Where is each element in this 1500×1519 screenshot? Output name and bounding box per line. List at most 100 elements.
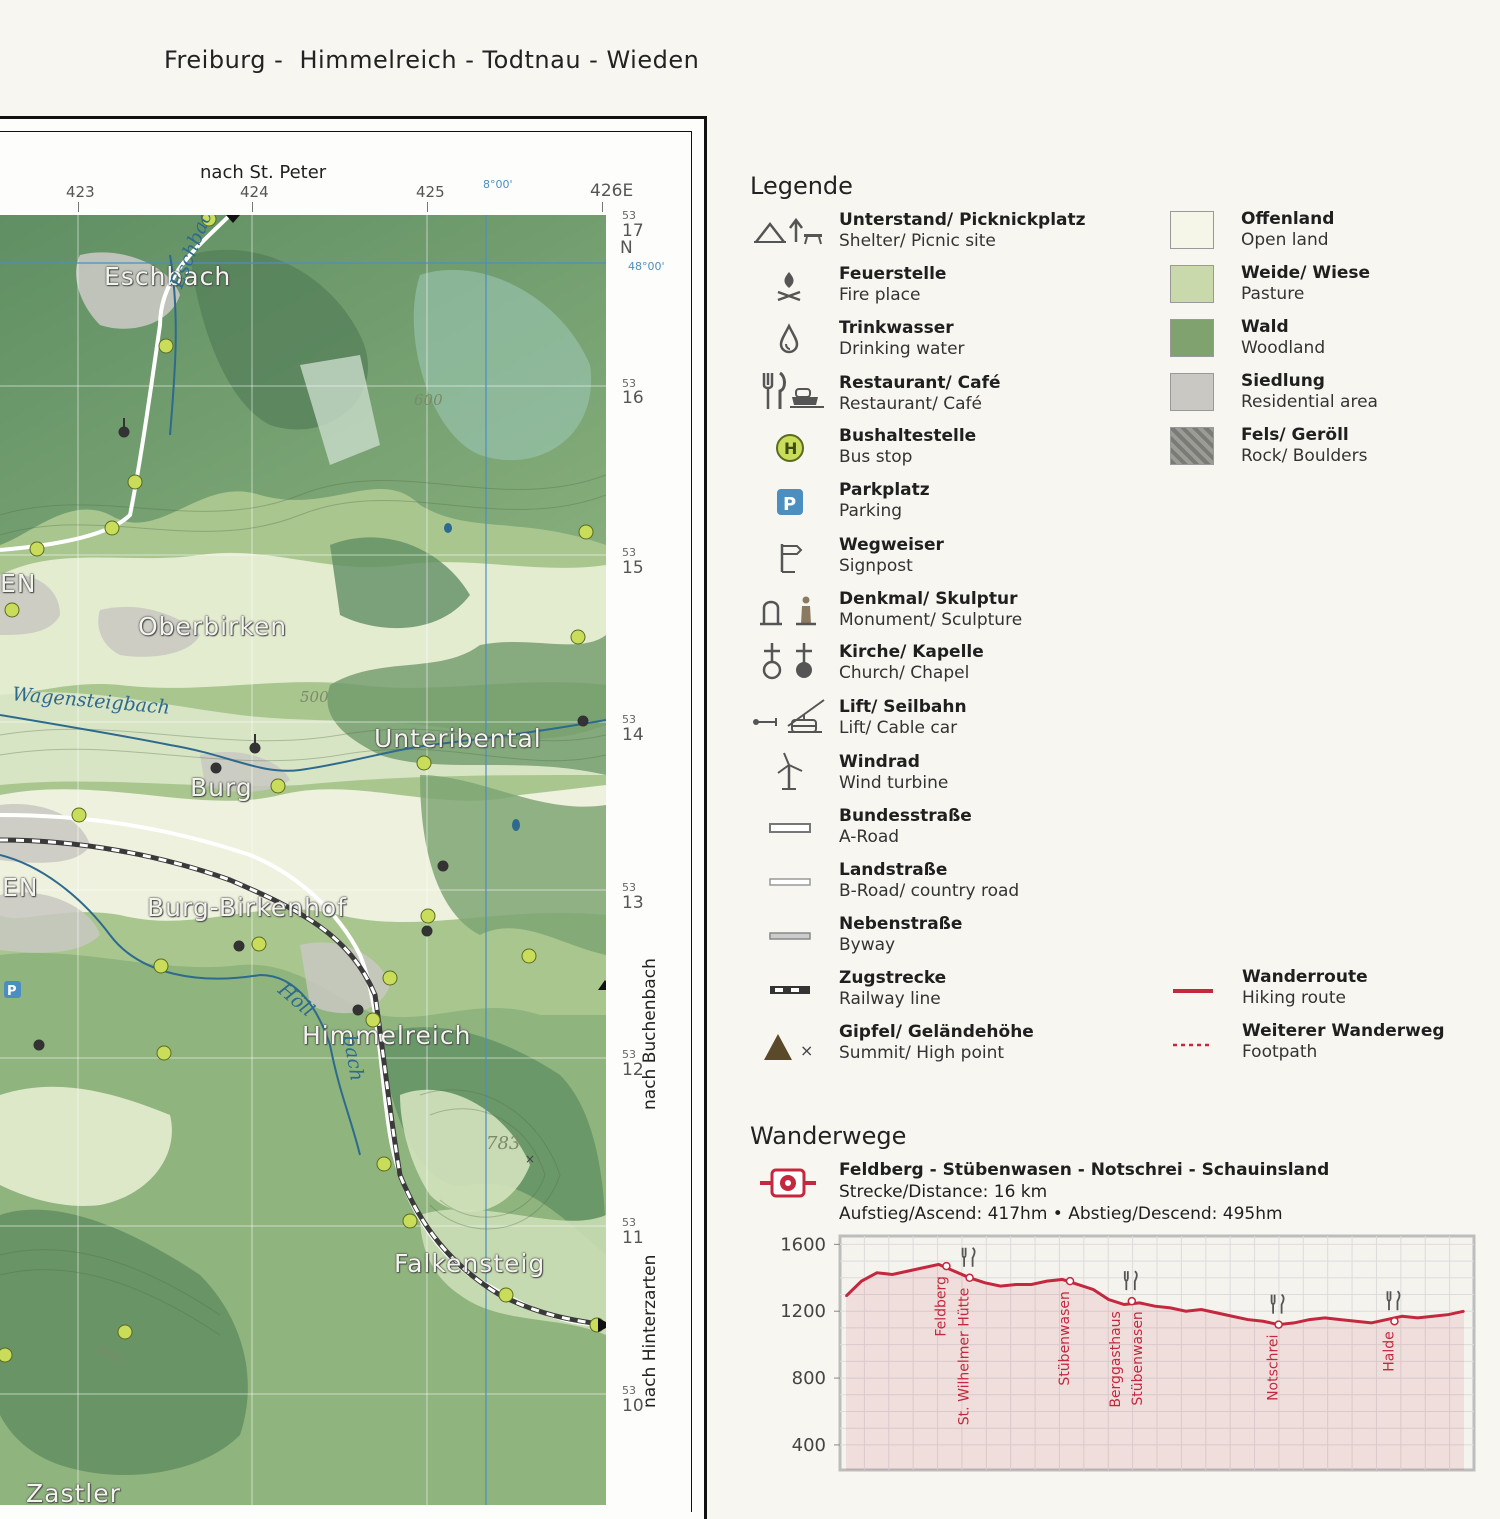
- direction-label-right: nach Buchenbach: [640, 958, 660, 1110]
- elevation-point: [1447, 1313, 1450, 1316]
- legend-item-label-de: Lift/ Seilbahn: [839, 697, 967, 717]
- waypoint-label: Berggasthaus: [1108, 1311, 1124, 1407]
- place-label: Himmelreich: [302, 1021, 472, 1050]
- elevation-point: [1339, 1318, 1342, 1321]
- elevation-point: [1046, 1280, 1048, 1282]
- svg-text:×: ×: [800, 1041, 813, 1060]
- elevation-point: [937, 1263, 940, 1266]
- legend-item-label-en: Railway line: [839, 989, 941, 1009]
- place-label: Unteribental: [374, 724, 542, 753]
- legend-item-label-de: Feuerstelle: [839, 264, 947, 284]
- legend-area-label-de: Wald: [1241, 317, 1289, 337]
- page-title: Freiburg - Himmelreich - Todtnau - Wiede…: [164, 46, 700, 74]
- lift-icon: [752, 696, 830, 740]
- legend-route-label-en: Hiking route: [1242, 988, 1346, 1008]
- tick-mark: [602, 202, 603, 212]
- church-icon: [758, 641, 822, 685]
- elevation-point: [1401, 1315, 1403, 1318]
- hiking-route-marker-icon: [758, 1166, 818, 1204]
- waypoint-label: St. Wilhelmer Hütte: [957, 1288, 973, 1425]
- legend-item: Bushaltestelle Bus stop: [839, 426, 976, 467]
- legend-item-label-de: Nebenstraße: [839, 914, 963, 934]
- waypoint-marker: [1274, 1320, 1283, 1329]
- elevation-point: [1432, 1315, 1434, 1318]
- legend-item-label-en: B-Road/ country road: [839, 881, 1020, 901]
- elevation-point: [1231, 1315, 1234, 1318]
- legend-area-label-de: Offenland: [1241, 209, 1335, 229]
- legend-item-label-en: Drinking water: [839, 339, 965, 359]
- waypoint-marker: [1390, 1316, 1399, 1326]
- northing-label: 14: [622, 725, 644, 745]
- legend-item-label-en: Signpost: [839, 556, 913, 576]
- place-label: Oberbirken: [138, 612, 288, 641]
- waypoint-label: Feldberg: [933, 1276, 949, 1337]
- waypoint-label: Stübenwasen: [1057, 1291, 1073, 1385]
- legend-item-label-en: A-Road: [839, 827, 900, 847]
- legend-item: Nebenstraße Byway: [839, 914, 962, 955]
- waypoint-marker: [965, 1273, 974, 1283]
- area-swatch: [1170, 319, 1214, 357]
- route-section-title: Wanderwege: [750, 1122, 907, 1150]
- signpost-icon: [773, 540, 807, 578]
- route-name: Feldberg - Stübenwasen - Notschrei - Sch…: [839, 1160, 1330, 1180]
- legend-item: Parkplatz Parking: [839, 480, 930, 521]
- elevation-point: [891, 1273, 894, 1276]
- legend-item-label-en: Monument/ Sculpture: [839, 610, 1023, 630]
- legend-item: Lift/ Seilbahn Lift/ Cable car: [839, 697, 967, 738]
- legend-item: Bundesstraße A-Road: [839, 806, 972, 847]
- tick-mark: [427, 202, 428, 212]
- legend-title: Legende: [750, 172, 853, 200]
- legend-area-label-en: Rock/ Boulders: [1241, 446, 1368, 466]
- legend-area-label-en: Open land: [1241, 230, 1329, 250]
- meridian-label: 8°00': [483, 178, 513, 191]
- elevation-point: [1370, 1322, 1373, 1324]
- elevation-point: [1076, 1283, 1079, 1286]
- tick-mark: [78, 202, 79, 212]
- elevation-point: [1015, 1283, 1017, 1286]
- legend-item-label-de: Unterstand/ Picknickplatz: [839, 210, 1086, 230]
- place-label: EN: [0, 569, 37, 598]
- legend-item-label-de: Trinkwasser: [839, 318, 954, 338]
- waypoint-marker: [1127, 1296, 1137, 1306]
- svg-text:H: H: [784, 439, 797, 458]
- place-label: Burg: [190, 773, 253, 802]
- elevation-point: [1246, 1318, 1249, 1321]
- topographic-map[interactable]: × P Eschbach Oberbirken Unteribental Bur…: [0, 215, 606, 1505]
- legend-item: Unterstand/ Picknickplatz Shelter/ Picnic…: [839, 210, 1086, 251]
- waypoint-label: Halde: [1381, 1331, 1397, 1372]
- legend-route-item: Wanderroute Hiking route: [1242, 967, 1368, 1008]
- svg-text:×: ×: [525, 1152, 535, 1166]
- elevation-point: [953, 1270, 955, 1272]
- elevation-point: [1123, 1303, 1125, 1306]
- area-swatch: [1170, 427, 1214, 465]
- legend-item-label-en: Restaurant/ Café: [839, 394, 982, 414]
- direction-label-right: nach Hinterzarten: [640, 1254, 660, 1408]
- legend-area-label-en: Residential area: [1241, 392, 1378, 412]
- legend-item-label-en: Church/ Chapel: [839, 663, 970, 683]
- hiking-route-line-icon: [1172, 981, 1214, 1000]
- legend-item-label-en: Fire place: [839, 285, 921, 305]
- legend-item-label-de: Windrad: [839, 752, 920, 772]
- svg-text:P: P: [7, 984, 17, 999]
- restaurant-icon: [758, 371, 828, 415]
- svg-text:P: P: [783, 494, 796, 515]
- elevation-point: [1092, 1288, 1094, 1291]
- parallel-label: 48°00': [628, 260, 665, 273]
- legend-item: Restaurant/ Café Restaurant/ Café: [839, 373, 1001, 414]
- legend-item-label-en: Summit/ High point: [839, 1043, 1005, 1063]
- legend-item-label-en: Shelter/ Picnic site: [839, 231, 996, 251]
- legend-area-item: Siedlung Residential area: [1241, 371, 1378, 412]
- legend-item: Landstraße B-Road/ country road: [839, 860, 1019, 901]
- y-tick-label: 1600: [780, 1234, 826, 1255]
- elevation-point: [1385, 1318, 1388, 1321]
- easting-label: 424: [240, 183, 269, 201]
- northing-label: 16: [622, 388, 644, 408]
- monument-icon: [758, 594, 822, 632]
- legend-item-label-de: Restaurant/ Café: [839, 373, 1001, 393]
- legend-item: Gipfel/ Geländehöhe Summit/ High point: [839, 1022, 1034, 1063]
- legend-item-label-en: Lift/ Cable car: [839, 718, 958, 738]
- legend-item: Denkmal/ Skulptur Monument/ Sculpture: [839, 589, 1022, 630]
- place-label: Falkensteig: [394, 1249, 546, 1278]
- easting-label: 425: [416, 183, 445, 201]
- legend-item: Zugstrecke Railway line: [839, 968, 946, 1009]
